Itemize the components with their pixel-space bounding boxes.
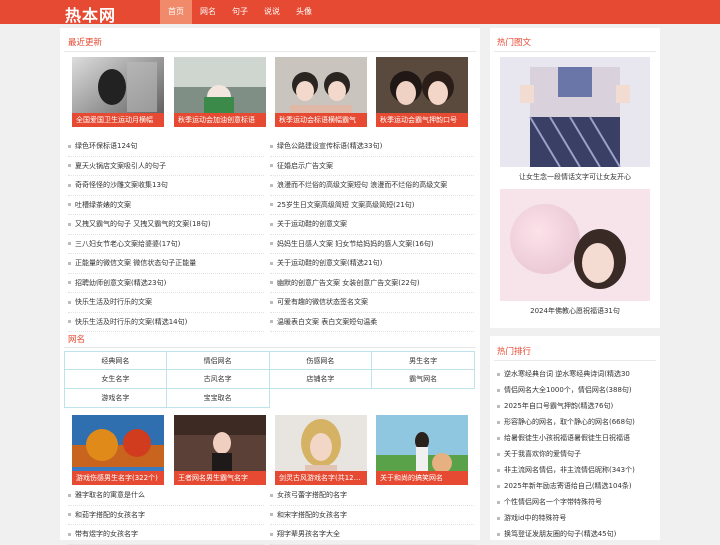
nav-avatars[interactable]: 头像 xyxy=(288,0,320,24)
list-item[interactable]: 关于运动鞋的创意文案(精选21句) xyxy=(270,254,474,274)
list-item[interactable]: 快乐生活及时行乐的文案 xyxy=(68,293,264,313)
rank-item[interactable]: 2025年自口号霸气押韵(精选76句) xyxy=(497,398,655,414)
list-item[interactable]: 夏天火锅店文案吸引人的句子 xyxy=(68,157,264,176)
thumb-caption: 全国爱国卫生运动月横幅 xyxy=(72,113,164,127)
list-item[interactable]: 绿色环保标语124句 xyxy=(68,137,264,157)
thumb-caption: 秋季运动会霸气押韵口号 xyxy=(376,113,468,127)
tag-domineering[interactable]: 霸气网名 xyxy=(372,370,475,389)
tag-classic[interactable]: 经典网名 xyxy=(64,351,167,370)
recent-thumb-1[interactable]: 全国爱国卫生运动月横幅 xyxy=(72,57,164,127)
thumb-caption: 秋季运动会加油创意标语 xyxy=(174,113,266,127)
thumb-caption: 剑灵古风游戏名字(共12个) xyxy=(275,471,367,485)
hot-pic-1[interactable] xyxy=(500,57,650,167)
list-item[interactable]: 和茹字搭配的女孩名字 xyxy=(68,506,264,525)
recent-thumb-4[interactable]: 秋季运动会霸气押韵口号 xyxy=(376,57,468,127)
thumb-caption: 王者网名男生霸气名字 xyxy=(174,471,266,485)
nav-posts[interactable]: 说说 xyxy=(256,0,288,24)
rank-item[interactable]: 关于我喜欢你的爱情句子 xyxy=(497,446,655,462)
divider xyxy=(64,51,476,52)
tag-game[interactable]: 游戏名字 xyxy=(64,389,167,408)
photo-image xyxy=(500,57,650,167)
nav-names[interactable]: 网名 xyxy=(192,0,224,24)
list-item[interactable]: 招聘幼师创意文案(精选23句) xyxy=(68,274,264,293)
site-logo[interactable]: 热本网 xyxy=(65,2,116,26)
list-item[interactable]: 正能量的微信文案 微信状态句子正能量 xyxy=(68,254,264,274)
tag-couple[interactable]: 情侣网名 xyxy=(166,351,270,370)
recent-list-left: 绿色环保标语124句 夏天火锅店文案吸引人的句子 奇奇怪怪的沙雕文案收集13句 … xyxy=(68,137,264,332)
hot-rank-title: 热门排行 xyxy=(497,347,532,357)
list-item[interactable]: 温暖表白文案 表白文案短句温柔 xyxy=(270,313,474,332)
hot-pics-title: 热门图文 xyxy=(497,38,532,48)
list-item[interactable]: 女孩弓蕾字搭配的名字 xyxy=(270,486,474,506)
list-item[interactable]: 绿色公路建设宣传标语(精选33句) xyxy=(270,137,474,157)
tag-sad[interactable]: 伤感网名 xyxy=(269,351,373,370)
tag-ancient[interactable]: 古风名字 xyxy=(166,370,270,389)
hot-pic-caption[interactable]: 让女生念一段情话文字可让女友开心 xyxy=(500,172,650,182)
list-item[interactable]: 幽默的创意广告文案 女装创意广告文案(22句) xyxy=(270,274,474,293)
names-thumb-1[interactable]: 游戏伤感男生名字(322个) xyxy=(72,415,164,485)
list-item[interactable]: 妈妈生日感人文案 妇女节给妈妈的感人文案(16句) xyxy=(270,235,474,254)
list-item[interactable]: 翔字辈男孩名字大全 xyxy=(270,525,474,545)
rank-item[interactable]: 非主流网名情侣，非主流情侣昵称(343个) xyxy=(497,462,655,478)
rank-item[interactable]: 形容静心的网名，取个静心的网名(668句) xyxy=(497,414,655,430)
names-thumb-4[interactable]: 关于和尚的搞笑网名 xyxy=(376,415,468,485)
recent-title: 最近更新 xyxy=(68,38,103,48)
list-item[interactable]: 和宋字搭配的女孩名字 xyxy=(270,506,474,525)
names-title: 网名 xyxy=(68,335,86,345)
names-thumb-3[interactable]: 剑灵古风游戏名字(共12个) xyxy=(275,415,367,485)
nav-sentences[interactable]: 句子 xyxy=(224,0,256,24)
main-nav: 首页 网名 句子 说说 头像 xyxy=(160,0,320,24)
list-item[interactable]: 吐槽绿茶婊的文案 xyxy=(68,196,264,215)
list-item[interactable]: 快乐生活及时行乐的文案(精选14句) xyxy=(68,313,264,332)
list-item[interactable]: 25岁生日文案高级简短 文案高级简短(21句) xyxy=(270,196,474,215)
names-list-left: 雅字取名的寓意是什么 和茹字搭配的女孩名字 带有煜字的女孩名字 xyxy=(68,486,264,545)
hot-rank-list: 逆水寒经典台词 逆水寒经典诗词(精选30 情侣网名大全1000个，情侣网名(38… xyxy=(497,366,655,542)
list-item[interactable]: 又拽又霸气的句子 又拽又霸气的文案(18句) xyxy=(68,215,264,235)
hot-pic-2[interactable] xyxy=(500,189,650,301)
name-tag-grid: 经典网名 情侣网名 伤感网名 男生名字 女生名字 古风名字 店铺名字 霸气网名 … xyxy=(64,351,475,408)
list-item[interactable]: 带有煜字的女孩名字 xyxy=(68,525,264,545)
list-item[interactable]: 奇奇怪怪的沙雕文案收集13句 xyxy=(68,176,264,196)
tag-shop[interactable]: 店铺名字 xyxy=(269,370,373,389)
rank-item[interactable]: 2025年新年励志寄语给自己(精选104条) xyxy=(497,478,655,494)
list-item[interactable]: 浪漫而不烂俗的高级文案短句 浪漫而不烂俗的高级文案 xyxy=(270,176,474,196)
list-item[interactable]: 三八妇女节老心文案给婆婆(17句) xyxy=(68,235,264,254)
recent-thumb-2[interactable]: 秋季运动会加油创意标语 xyxy=(174,57,266,127)
rank-item[interactable]: 逆水寒经典台词 逆水寒经典诗词(精选30 xyxy=(497,366,655,382)
rank-item[interactable]: 给暑假徒生小孩祝福语暑假徒生日祝福语 xyxy=(497,430,655,446)
divider xyxy=(494,51,656,52)
divider xyxy=(494,360,656,361)
names-thumb-2[interactable]: 王者网名男生霸气名字 xyxy=(174,415,266,485)
thumb-caption: 秋季运动会标语横幅霸气 xyxy=(275,113,367,127)
nav-home[interactable]: 首页 xyxy=(160,0,192,24)
list-item[interactable]: 征婚启示广告文案 xyxy=(270,157,474,176)
site-header: 热本网 首页 网名 句子 说说 头像 xyxy=(0,0,720,26)
rank-item[interactable]: 个性情侣网名一个字带特殊符号 xyxy=(497,494,655,510)
tag-baby[interactable]: 宝宝取名 xyxy=(166,389,270,408)
list-item[interactable]: 可爱有趣的微信状态签名文案 xyxy=(270,293,474,313)
hot-pic-caption[interactable]: 2024年佛教心愿祝福语31句 xyxy=(500,306,650,316)
list-item[interactable]: 关于运动鞋的创意文案 xyxy=(270,215,474,235)
photo-image xyxy=(500,189,650,301)
tag-girl[interactable]: 女生名字 xyxy=(64,370,167,389)
thumb-caption: 关于和尚的搞笑网名 xyxy=(376,471,468,485)
rank-item[interactable]: 情侣网名大全1000个，情侣网名(388句) xyxy=(497,382,655,398)
list-item[interactable]: 雅字取名的寓意是什么 xyxy=(68,486,264,506)
tag-boy[interactable]: 男生名字 xyxy=(372,351,475,370)
names-list-right: 女孩弓蕾字搭配的名字 和宋字搭配的女孩名字 翔字辈男孩名字大全 xyxy=(270,486,474,545)
recent-thumb-3[interactable]: 秋季运动会标语横幅霸气 xyxy=(275,57,367,127)
rank-item[interactable]: 游戏id中的特殊符号 xyxy=(497,510,655,526)
thumb-caption: 游戏伤感男生名字(322个) xyxy=(72,471,164,485)
divider xyxy=(64,347,476,348)
recent-list-right: 绿色公路建设宣传标语(精选33句) 征婚启示广告文案 浪漫而不烂俗的高级文案短句… xyxy=(270,137,474,332)
